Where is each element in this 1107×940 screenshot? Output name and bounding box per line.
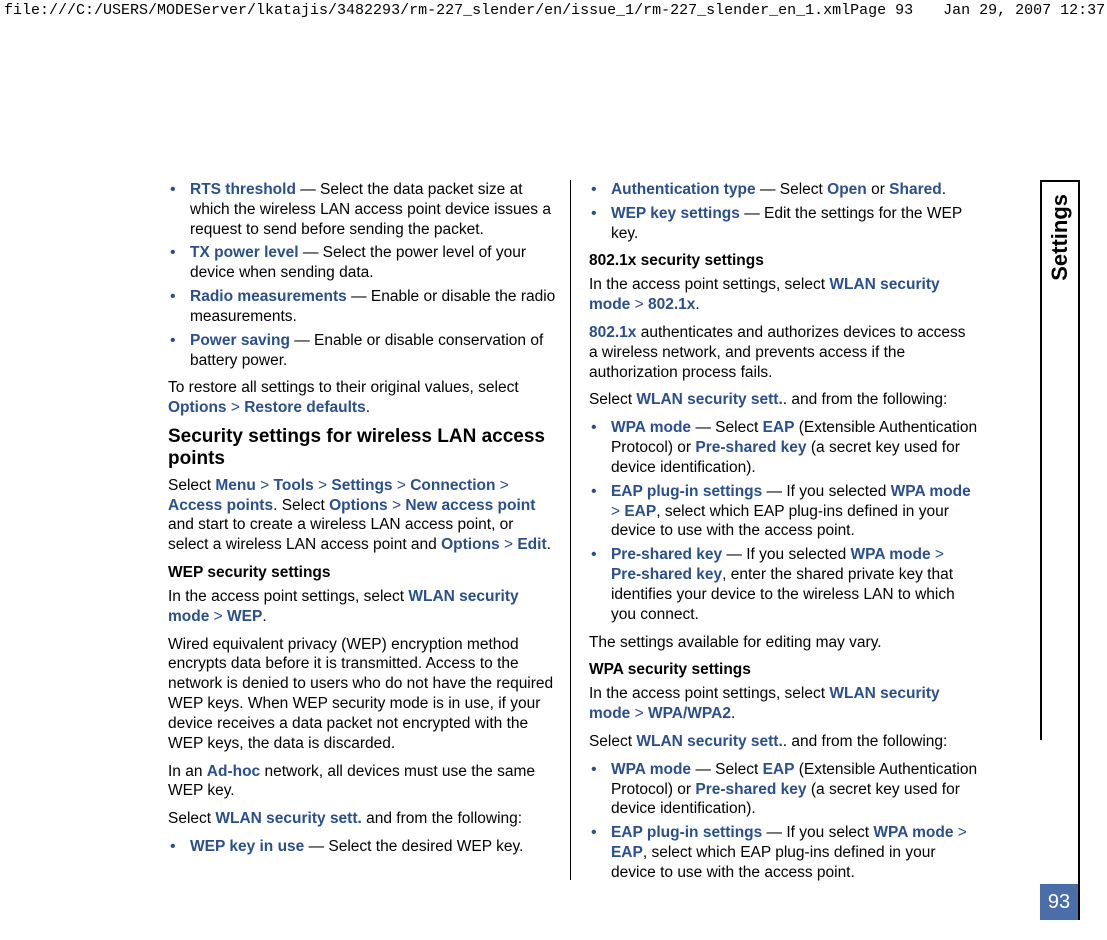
- wep-p1: In the access point settings, select WLA…: [168, 587, 558, 627]
- x802-subhead: 802.1x security settings: [589, 251, 978, 271]
- wep-p4: Select WLAN security sett. and from the …: [168, 809, 558, 829]
- list-item: EAP plug-in settings — If you selected W…: [589, 482, 978, 541]
- list-item: WPA mode — Select EAP (Extensible Authen…: [589, 760, 978, 819]
- page-number: 93: [1048, 891, 1070, 914]
- content-columns: RTS threshold — Select the data packet s…: [70, 180, 990, 880]
- wep-subhead: WEP security settings: [168, 563, 558, 583]
- x802-p1: In the access point settings, select WLA…: [589, 275, 978, 315]
- term-tx: TX power level: [190, 244, 299, 261]
- term-power: Power saving: [190, 332, 290, 349]
- wep-p3: In an Ad-hoc network, all devices must u…: [168, 762, 558, 802]
- nav-para: Select Menu > Tools > Settings > Connect…: [168, 476, 558, 555]
- wpa-p1: In the access point settings, select WLA…: [589, 684, 978, 724]
- wep-p2: Wired equivalent privacy (WEP) encryptio…: [168, 635, 558, 754]
- page-frame: Settings 93 RTS threshold — Select the d…: [70, 180, 1080, 920]
- column-right: Authentication type — Select Open or Sha…: [570, 180, 990, 880]
- header-date: Jan 29, 2007 12:37:36 PM: [943, 2, 1107, 19]
- list-item: WEP key in use — Select the desired WEP …: [168, 837, 558, 857]
- settings-list: RTS threshold — Select the data packet s…: [168, 180, 558, 370]
- list-item: Authentication type — Select Open or Sha…: [589, 180, 978, 200]
- list-item: Power saving — Enable or disable conserv…: [168, 331, 558, 371]
- list-item: Pre-shared key — If you selected WPA mod…: [589, 545, 978, 624]
- list-item: TX power level — Select the power level …: [168, 243, 558, 283]
- restore-para: To restore all settings to their origina…: [168, 378, 558, 418]
- header-page: Page 93: [850, 2, 913, 19]
- side-tab: Settings: [1040, 180, 1078, 740]
- column-left: RTS threshold — Select the data packet s…: [150, 180, 570, 880]
- x802-p2: 802.1x authenticates and authorizes devi…: [589, 323, 978, 382]
- x802-vary: The settings available for editing may v…: [589, 633, 978, 653]
- wpa-subhead: WPA security settings: [589, 660, 978, 680]
- list-item: Radio measurements — Enable or disable t…: [168, 287, 558, 327]
- list-item: RTS threshold — Select the data packet s…: [168, 180, 558, 239]
- wpa-list: WPA mode — Select EAP (Extensible Authen…: [589, 760, 978, 883]
- list-item: WEP key settings — Edit the settings for…: [589, 204, 978, 244]
- term-rts: RTS threshold: [190, 181, 296, 198]
- list-item: WPA mode — Select EAP (Extensible Authen…: [589, 418, 978, 477]
- col2-top-list: Authentication type — Select Open or Sha…: [589, 180, 978, 243]
- term-radio: Radio measurements: [190, 288, 347, 305]
- print-header: file:///C:/USERS/MODEServer/lkatajis/348…: [0, 0, 1107, 21]
- list-item: EAP plug-in settings — If you select WPA…: [589, 823, 978, 882]
- wep-list: WEP key in use — Select the desired WEP …: [168, 837, 558, 857]
- x802-p3: Select WLAN security sett.. and from the…: [589, 390, 978, 410]
- header-path: file:///C:/USERS/MODEServer/lkatajis/348…: [4, 2, 850, 19]
- page-number-box: 93: [1040, 884, 1078, 920]
- section-heading: Security settings for wireless LAN acces…: [168, 426, 558, 470]
- side-tab-label: Settings: [1047, 194, 1073, 281]
- x802-list: WPA mode — Select EAP (Extensible Authen…: [589, 418, 978, 624]
- wpa-p2: Select WLAN security sett.. and from the…: [589, 732, 978, 752]
